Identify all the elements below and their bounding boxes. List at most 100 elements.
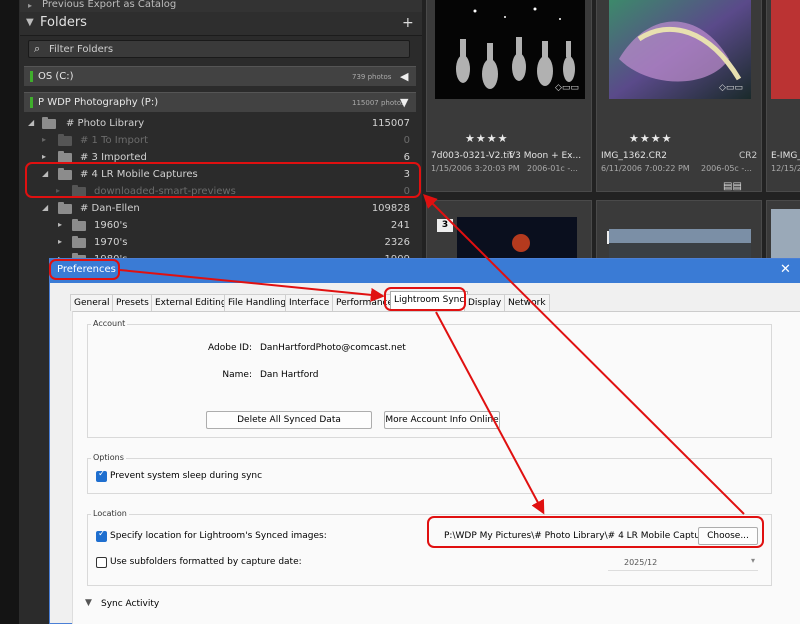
- expand-triangle-icon[interactable]: ▸: [56, 186, 60, 195]
- chevron-down-icon: ▾: [750, 556, 755, 565]
- tab-external-editing[interactable]: External Editing: [151, 294, 231, 311]
- tab-performance[interactable]: Performance: [332, 294, 398, 311]
- expanded-arrow-icon[interactable]: ▼: [400, 96, 408, 109]
- photo-cell[interactable]: 2: [596, 200, 762, 261]
- folder-row[interactable]: ▸ # 1 To Import 0: [20, 132, 422, 149]
- location-group-title: Location: [91, 509, 129, 518]
- choose-button[interactable]: Choose...: [698, 527, 758, 545]
- sync-activity-label: Sync Activity: [101, 599, 160, 609]
- date-format-dropdown[interactable]: 2025/12 ▾: [608, 555, 758, 571]
- cell-extension: CR2: [739, 151, 758, 161]
- preferences-dialog: Preferences ✕ General Presets External E…: [49, 258, 800, 624]
- options-group: Options Prevent system sleep during sync: [87, 453, 772, 494]
- prevent-sleep-checkbox[interactable]: [96, 469, 107, 482]
- adobe-id-label: Adobe ID:: [208, 343, 252, 353]
- close-icon[interactable]: ✕: [780, 262, 791, 277]
- delete-all-synced-data-button[interactable]: Delete All Synced Data: [206, 411, 372, 429]
- folder-count: 0: [403, 135, 410, 146]
- expand-triangle-icon[interactable]: ▸: [42, 135, 46, 144]
- star-rating[interactable]: ★★★★: [629, 132, 672, 145]
- cell-filename: IMG_1362.CR2: [601, 151, 667, 161]
- landscape-photo: [609, 243, 751, 261]
- expand-triangle-icon[interactable]: ▸: [58, 237, 62, 246]
- folder-icon: [58, 202, 72, 214]
- expand-triangle-icon[interactable]: ◢: [42, 169, 48, 178]
- use-subfolders-checkbox[interactable]: [96, 557, 107, 568]
- folder-count: 0: [403, 186, 410, 197]
- volume-photo-count: 739 photos: [352, 73, 392, 81]
- folders-panel-header[interactable]: ▼ Folders +: [20, 12, 422, 36]
- photo-cell[interactable]: [766, 200, 800, 261]
- folder-icon: [58, 134, 72, 146]
- more-account-info-button[interactable]: More Account Info Online: [384, 411, 500, 429]
- flag-badges-icon: ▤▤: [723, 181, 742, 192]
- specify-location-label: Specify location for Lightroom's Synced …: [110, 531, 327, 541]
- tab-general[interactable]: General: [70, 294, 114, 311]
- expand-triangle-icon[interactable]: ◢: [28, 118, 34, 127]
- photo-thumbnail[interactable]: [771, 0, 800, 99]
- photo-thumbnail[interactable]: [771, 209, 800, 261]
- folder-row[interactable]: ▸ # 3 Imported 6: [20, 149, 422, 166]
- tab-interface[interactable]: Interface: [285, 294, 334, 311]
- search-icon: ⌕: [34, 42, 41, 55]
- volume-photo-count: 115007 photos: [352, 99, 405, 107]
- folders-title: Folders: [40, 15, 87, 30]
- name-label: Name:: [222, 370, 252, 380]
- expand-triangle-icon: ▸: [28, 1, 33, 10]
- star-rating[interactable]: ★★★★: [465, 132, 508, 145]
- previous-export-label: Previous Export as Catalog: [42, 0, 177, 10]
- expand-triangle-icon[interactable]: ▸: [42, 152, 46, 161]
- cell-title: V3 Moon + Ex...: [509, 151, 582, 161]
- collapsed-arrow-icon[interactable]: ◀: [400, 70, 408, 83]
- folder-label: # 4 LR Mobile Captures: [80, 169, 198, 180]
- folder-row[interactable]: ◢ # Dan-Ellen 109828: [20, 200, 422, 217]
- folder-row[interactable]: ▸ 1960's 241: [20, 217, 422, 234]
- metadata-badges-icon: ◇▭▭: [719, 83, 743, 93]
- cell-filename: E-IMG_: [771, 151, 800, 161]
- specify-location-checkbox[interactable]: [96, 529, 107, 542]
- folder-icon: [58, 168, 72, 180]
- folder-count: 6: [403, 152, 410, 163]
- photo-cell[interactable]: ◇▭▭ ★★★★ 7d003-0321-V2.tif V3 Moon + Ex.…: [426, 0, 592, 192]
- folder-row[interactable]: ◢ # Photo Library 115007: [20, 115, 422, 132]
- photo-cell[interactable]: ◇▭▭ ★★★★ IMG_1362.CR2 CR2 6/11/2006 7:00…: [596, 0, 762, 192]
- collapse-triangle-icon[interactable]: ▼: [85, 598, 92, 608]
- photo-cell[interactable]: 3: [426, 200, 592, 261]
- cell-date2: 2006-01c -...: [527, 164, 578, 173]
- tab-file-handling[interactable]: File Handling: [224, 294, 291, 311]
- folder-label: 1970's: [94, 237, 128, 248]
- folder-row[interactable]: ▸ downloaded-smart-previews 0: [20, 183, 422, 200]
- folder-icon: [72, 219, 86, 231]
- tab-presets[interactable]: Presets: [112, 294, 153, 311]
- cell-date: 6/11/2006 7:00:22 PM: [601, 164, 690, 173]
- photo-thumbnail[interactable]: [457, 217, 577, 261]
- photo-cell[interactable]: E-IMG_ 12/15/20: [766, 0, 800, 192]
- plus-icon[interactable]: +: [402, 15, 414, 31]
- location-group: Location Specify location for Lightroom'…: [87, 509, 772, 586]
- moon-photo: [512, 234, 530, 252]
- collapse-triangle-icon[interactable]: ▼: [26, 17, 34, 28]
- folder-row-lr-mobile-captures[interactable]: ◢ # 4 LR Mobile Captures 3: [20, 166, 422, 183]
- volume-os-c[interactable]: OS (C:) 739 photos ◀: [24, 66, 416, 86]
- prevent-sleep-label: Prevent system sleep during sync: [110, 471, 263, 481]
- options-group-title: Options: [91, 453, 126, 462]
- expand-triangle-icon[interactable]: ▸: [58, 220, 62, 229]
- volume-wdp-photography[interactable]: P WDP Photography (P:) 115007 photos ▼: [24, 92, 416, 112]
- folder-icon: [72, 185, 86, 197]
- folder-label: # Dan-Ellen: [80, 203, 140, 214]
- folder-row[interactable]: ▸ 1970's 2326: [20, 234, 422, 251]
- left-edge-strip: [0, 0, 20, 624]
- adobe-id-value: DanHartfordPhoto@comcast.net: [260, 343, 406, 353]
- folder-count: 115007: [371, 118, 410, 129]
- folder-icon: [42, 117, 56, 129]
- tab-lightroom-sync[interactable]: Lightroom Sync: [390, 291, 469, 311]
- filter-folders-input[interactable]: ⌕ Filter Folders: [28, 40, 410, 58]
- expand-triangle-icon[interactable]: ◢: [42, 203, 48, 212]
- dialog-titlebar[interactable]: Preferences ✕: [50, 259, 800, 283]
- tab-network[interactable]: Network: [504, 294, 550, 311]
- folder-count: 241: [390, 220, 410, 231]
- preferences-tabs: General Presets External Editing File Ha…: [50, 283, 800, 311]
- tab-display[interactable]: Display: [464, 294, 506, 311]
- photo-thumbnail[interactable]: [609, 229, 751, 261]
- previous-export-item[interactable]: ▸ Previous Export as Catalog: [20, 0, 422, 12]
